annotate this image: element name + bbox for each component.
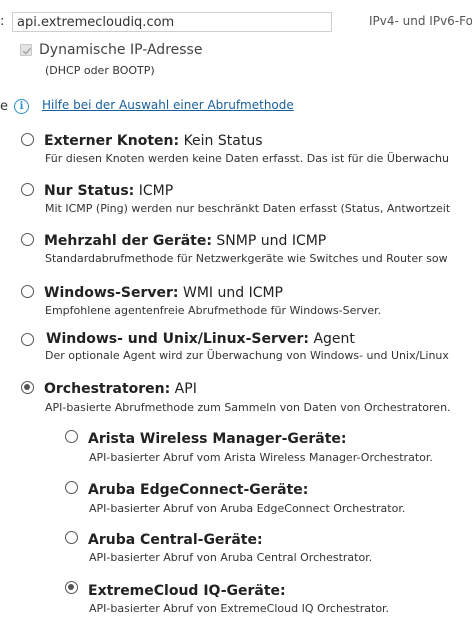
info-icon: i xyxy=(14,99,29,114)
polling-method-protocol: Agent xyxy=(309,331,355,347)
polling-method-name: Orchestratoren: xyxy=(44,381,171,397)
polling-method-name: Nur Status: xyxy=(44,183,135,199)
ip-format-hint: IPv4- und IPv6-Form xyxy=(369,14,472,28)
polling-method-description: Standardabrufmethode für Netzwerkgeräte … xyxy=(45,252,448,265)
polling-method-protocol: ICMP xyxy=(134,183,174,199)
polling-method-name: Windows- und Unix/Linux-Server: xyxy=(46,331,310,347)
orchestrator-title: Arista Wireless Manager-Geräte: xyxy=(88,431,347,447)
orchestrator-title: ExtremeCloud IQ-Geräte: xyxy=(88,583,286,599)
polling-method-protocol: SNMP und ICMP xyxy=(211,233,327,249)
polling-method-protocol: API xyxy=(170,381,197,397)
polling-method-radio[interactable] xyxy=(21,285,34,298)
orchestrator-description: API-basierter Abruf von Aruba EdgeConnec… xyxy=(89,502,406,515)
orchestrator-radio[interactable] xyxy=(65,430,78,443)
polling-method-title: Windows- und Unix/Linux-Server: Agent xyxy=(46,331,355,347)
orchestrator-description: API-basierter Abruf von ExtremeCloud IQ … xyxy=(89,602,390,615)
polling-method-description: Empfohlene agentenfreie Abrufmethode für… xyxy=(45,304,382,317)
polling-method-protocol: WMI und ICMP xyxy=(178,285,283,301)
polling-method-name: Mehrzahl der Geräte: xyxy=(44,233,212,249)
polling-method-title: Mehrzahl der Geräte: SNMP und ICMP xyxy=(44,233,326,249)
polling-method-radio[interactable] xyxy=(21,333,34,346)
polling-method-description: Für diesen Knoten werden keine Daten erf… xyxy=(45,152,449,165)
radio-selected-dot xyxy=(68,584,74,590)
polling-method-name: Windows-Server: xyxy=(44,285,179,301)
polling-method-radio[interactable] xyxy=(21,381,34,394)
polling-method-title: Nur Status: ICMP xyxy=(44,183,173,199)
polling-method-description: API-basierte Abrufmethode zum Sammeln vo… xyxy=(45,401,451,414)
left-label-fragment: e xyxy=(0,99,8,114)
dynamic-ip-label: Dynamische IP-Adresse xyxy=(39,42,203,58)
polling-method-radio[interactable] xyxy=(21,183,34,196)
dynamic-ip-sublabel: (DHCP oder BOOTP) xyxy=(45,64,155,77)
polling-method-title: Windows-Server: WMI und ICMP xyxy=(44,285,283,301)
polling-method-description: Der optionale Agent wird zur Überwachung… xyxy=(45,349,449,362)
polling-method-name: Externer Knoten: xyxy=(44,133,180,149)
polling-method-description: Mit ICMP (Ping) werden nur beschränkt Da… xyxy=(45,202,451,215)
orchestrator-title: Aruba EdgeConnect-Geräte: xyxy=(88,482,309,498)
host-name-input[interactable] xyxy=(12,12,332,32)
polling-method-protocol: Kein Status xyxy=(179,133,263,149)
polling-method-title: Orchestratoren: API xyxy=(44,381,197,397)
polling-method-radio[interactable] xyxy=(21,233,34,246)
orchestrator-radio[interactable] xyxy=(65,531,78,544)
polling-method-help-link[interactable]: Hilfe bei der Auswahl einer Abrufmethode xyxy=(42,98,294,112)
polling-method-radio[interactable] xyxy=(21,133,34,146)
orchestrator-description: API-basierter Abruf von Aruba Central Or… xyxy=(89,551,373,564)
orchestrator-description: API-basierter Abruf vom Arista Wireless … xyxy=(89,451,433,464)
orchestrator-radio[interactable] xyxy=(65,581,78,594)
checkmark-icon xyxy=(22,47,32,55)
dynamic-ip-checkbox[interactable] xyxy=(20,44,32,56)
orchestrator-title: Aruba Central-Geräte: xyxy=(88,532,263,548)
polling-method-title: Externer Knoten: Kein Status xyxy=(44,133,263,149)
field-label-colon: : xyxy=(0,14,5,29)
radio-selected-dot xyxy=(24,384,30,390)
orchestrator-radio[interactable] xyxy=(65,481,78,494)
